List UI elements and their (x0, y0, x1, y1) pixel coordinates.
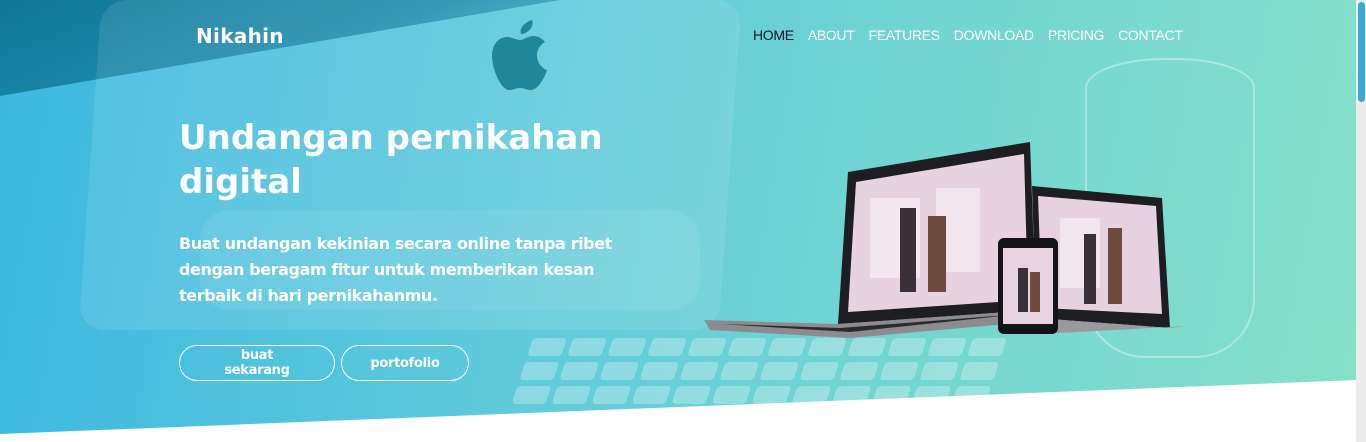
nav-features[interactable]: FEATURES (869, 27, 941, 43)
hero-headline: Undangan pernikahan digital (179, 118, 603, 202)
main-nav: HOME ABOUT FEATURES DOWNLOAD PRICING CON… (753, 27, 1183, 43)
hero-subtitle: Buat undangan kekinian secara online tan… (179, 234, 612, 305)
portfolio-button[interactable]: portofolio (341, 345, 469, 381)
nav-pricing[interactable]: PRICING (1048, 27, 1105, 43)
nav-about[interactable]: ABOUT (808, 27, 855, 43)
brand-logo[interactable]: Nikahin (196, 24, 284, 48)
nav-contact[interactable]: CONTACT (1118, 27, 1183, 43)
nav-download[interactable]: DOWNLOAD (954, 27, 1034, 43)
apple-logo-icon (492, 20, 547, 90)
hero-buttons: buat sekarang portofolio (179, 345, 469, 381)
page-scrollbar[interactable] (1356, 0, 1366, 442)
devices-mockup-image (704, 142, 1188, 338)
nav-home[interactable]: HOME (753, 27, 794, 43)
scrollbar-thumb[interactable] (1358, 2, 1365, 102)
create-now-button[interactable]: buat sekarang (179, 345, 335, 381)
